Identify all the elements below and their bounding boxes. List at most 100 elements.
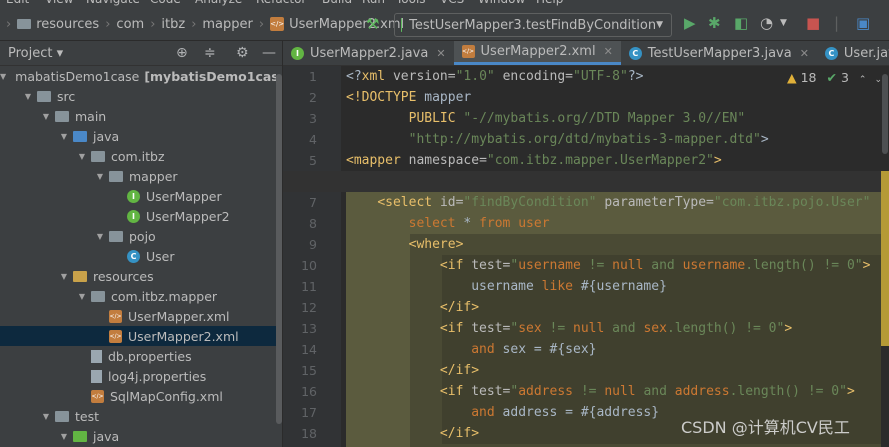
menu-analyze[interactable]: Analyze — [195, 0, 242, 6]
close-icon[interactable]: ✕ — [800, 47, 809, 60]
tree-item[interactable]: ▼ java — [0, 126, 276, 146]
breadcrumb-com[interactable]: com — [116, 17, 144, 32]
tree-item-label: com.itbz — [111, 148, 165, 164]
menu-run[interactable]: Run — [362, 0, 385, 6]
expand-arrow-icon[interactable]: ▼ — [76, 152, 88, 161]
line-number: 4 — [309, 132, 317, 147]
properties-file-icon — [91, 349, 102, 363]
tree-item[interactable]: </> UserMapper2.xml — [0, 326, 276, 346]
expand-arrow-icon[interactable]: ▼ — [94, 232, 106, 241]
chevron-up-icon[interactable]: ⌃ — [859, 75, 867, 85]
code-line: select * from user — [346, 213, 550, 234]
project-view-selector[interactable]: Project ▾ — [8, 46, 63, 61]
expand-arrow-icon[interactable]: ▼ — [58, 272, 70, 281]
run-icon[interactable]: ▶ — [684, 14, 696, 32]
tree-item[interactable]: ▼ mabatisDemo1case[mybatisDemo1case] — [0, 66, 276, 86]
code-token: "http://mybatis.org/dtd/mybatis-3-mapper… — [408, 132, 761, 147]
menu-code[interactable]: Code — [150, 0, 181, 6]
tree-item[interactable]: I UserMapper — [0, 186, 276, 206]
hide-panel-icon[interactable]: — — [262, 45, 276, 61]
code-token: <if — [439, 384, 472, 399]
menu-edit[interactable]: Edit — [6, 0, 29, 6]
expand-arrow-icon[interactable]: ▼ — [58, 132, 70, 141]
tree-item[interactable]: ▼ test — [0, 406, 276, 426]
close-icon[interactable]: ✕ — [604, 45, 613, 58]
menu-navigate[interactable]: Navigate — [86, 0, 140, 6]
code-token: <!DOCTYPE — [346, 90, 425, 105]
tree-item[interactable]: </> UserMapper.xml — [0, 306, 276, 326]
menu-refactor[interactable]: Refactor — [256, 0, 306, 6]
menu-help[interactable]: Help — [536, 0, 563, 6]
run-configuration-select[interactable]: TestUserMapper3.testFindByCondition ▼ — [394, 13, 672, 37]
project-scrollbar[interactable] — [276, 66, 282, 447]
breadcrumb-file[interactable]: </> UserMapper2.xml — [270, 17, 404, 32]
tree-item[interactable]: ▼ resources — [0, 266, 276, 286]
stop-icon[interactable]: ■ — [806, 14, 820, 32]
expand-arrow-icon[interactable]: ▼ — [58, 432, 70, 441]
tree-item[interactable]: ▼ com.itbz.mapper — [0, 286, 276, 306]
tree-item[interactable]: db.properties — [0, 346, 276, 366]
tree-item[interactable]: ▼ main — [0, 106, 276, 126]
editor-scrollbar-thumb[interactable] — [882, 74, 888, 154]
line-number: 18 — [301, 426, 317, 441]
menu-tools[interactable]: Tools — [396, 0, 426, 6]
error-stripe[interactable] — [881, 66, 889, 447]
check-icon: ✔ — [826, 70, 837, 85]
close-icon[interactable]: ✕ — [436, 47, 445, 60]
code-token: and — [651, 258, 683, 273]
tree-item[interactable]: C User — [0, 246, 276, 266]
tree-item[interactable]: I UserMapper2 — [0, 206, 276, 226]
gear-icon[interactable]: ⚙ — [236, 45, 249, 61]
editor-tab[interactable]: C TestUserMapper3.java ✕ — [621, 41, 817, 65]
build-hammer-icon[interactable]: ⚒ — [366, 15, 379, 33]
tree-item-label: log4j.properties — [108, 368, 207, 384]
debug-icon[interactable]: ✱ — [708, 14, 721, 32]
expand-arrow-icon[interactable]: ▼ — [40, 112, 52, 121]
collapse-all-icon[interactable]: ≑ — [204, 45, 216, 61]
tree-item[interactable]: ▼ com.itbz — [0, 146, 276, 166]
breadcrumb-mapper[interactable]: mapper — [202, 17, 252, 32]
menu-vcs[interactable]: VCS — [440, 0, 464, 6]
project-structure-icon[interactable]: ▣ — [856, 14, 870, 32]
code-token: and — [471, 405, 503, 420]
menu-window[interactable]: Window — [478, 0, 525, 6]
expand-arrow-icon[interactable]: ▼ — [40, 412, 52, 421]
breadcrumb-itbz[interactable]: itbz — [161, 17, 185, 32]
more-run-chevron-icon[interactable]: ▼ — [780, 18, 787, 28]
inspection-widget[interactable]: ▲ 18 ✔ 3 ⌃ ⌄ — [787, 70, 882, 85]
expand-arrow-icon[interactable]: ▼ — [94, 172, 106, 181]
code-token: address — [518, 384, 581, 399]
expand-arrow-icon[interactable]: ▼ — [22, 92, 34, 101]
breadcrumb-resources[interactable]: resources — [17, 17, 99, 32]
code-token: sex — [643, 321, 667, 336]
tree-item[interactable]: ▼ src — [0, 86, 276, 106]
code-token: id= — [439, 195, 464, 210]
code-token: != — [580, 384, 605, 399]
code-token: .length() != 0" — [729, 384, 847, 399]
code-token: .length() != 0" — [666, 321, 785, 336]
menu-build[interactable]: Build — [322, 0, 352, 6]
tree-item[interactable]: ▼ mapper — [0, 166, 276, 186]
tree-item[interactable]: ▼ java — [0, 426, 276, 446]
code-token: "UTF-8" — [573, 69, 628, 84]
test-folder-icon — [73, 430, 87, 442]
interface-icon: I — [291, 46, 304, 60]
tree-item[interactable]: ▼ pojo — [0, 226, 276, 246]
profile-icon[interactable]: ◔ — [760, 14, 773, 32]
locate-file-icon[interactable]: ⊕ — [176, 45, 188, 61]
tree-item[interactable]: </> SqlMapConfig.xml — [0, 386, 276, 406]
coverage-icon[interactable]: ◧ — [734, 14, 748, 32]
code-line: PUBLIC "-//mybatis.org//DTD Mapper 3.0//… — [346, 108, 746, 129]
package-icon — [109, 230, 123, 242]
editor-tab[interactable]: CUser.java✕ — [817, 41, 889, 65]
expand-arrow-icon[interactable]: ▼ — [0, 72, 6, 81]
tab-label: User.java — [843, 45, 889, 61]
menu-view[interactable]: View — [45, 0, 73, 6]
editor-tab[interactable]: I UserMapper2.java ✕ — [283, 41, 454, 65]
code-line: </if> — [346, 360, 479, 381]
expand-arrow-icon[interactable]: ▼ — [76, 292, 88, 301]
editor-tab[interactable]: </> UserMapper2.xml ✕ — [453, 41, 621, 65]
tree-item[interactable]: log4j.properties — [0, 366, 276, 386]
code-line: username like #{username} — [346, 276, 667, 297]
